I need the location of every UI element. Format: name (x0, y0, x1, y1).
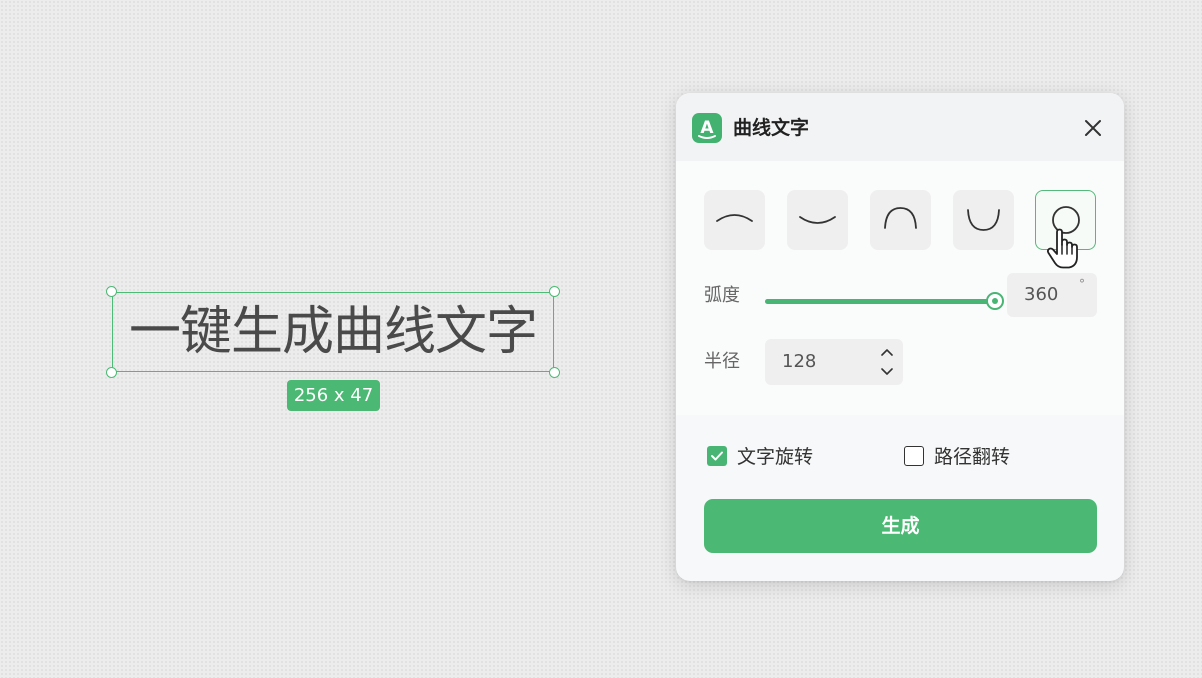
panel-header: A 曲线文字 (676, 93, 1124, 161)
arc-up-deep-icon (967, 209, 1000, 231)
flip-path-label: 路径翻转 (934, 446, 1011, 468)
canvas-text[interactable]: 一键生成曲线文字 (113, 297, 553, 367)
text-selection-box[interactable]: 一键生成曲线文字 (106, 286, 560, 378)
shape-arc-up-deep-button[interactable] (953, 190, 1014, 250)
curvature-slider-fill (765, 299, 995, 304)
size-badge: 256 x 47 (287, 380, 380, 411)
curve-text-panel: A 曲线文字 弧度 360 ° 半径 128 文字旋转 路径翻转 生成 (676, 93, 1124, 581)
curvature-value: 360 (1024, 284, 1059, 305)
resize-handle-top-right[interactable] (549, 286, 560, 297)
rotate-text-label: 文字旋转 (737, 446, 814, 468)
shape-arc-down-deep-button[interactable] (870, 190, 931, 250)
app-logo-icon: A (692, 113, 722, 143)
check-icon (711, 451, 723, 461)
chevron-up-icon[interactable] (879, 345, 895, 359)
radius-stepper[interactable]: 128 (765, 339, 903, 385)
shape-arc-down-shallow-button[interactable] (704, 190, 765, 250)
resize-handle-bottom-left[interactable] (106, 367, 117, 378)
curvature-value-field[interactable]: 360 ° (1007, 273, 1097, 317)
chevron-down-icon[interactable] (879, 365, 895, 379)
panel-settings: 弧度 360 ° 半径 128 (676, 161, 1124, 415)
radius-label: 半径 (704, 351, 740, 372)
flip-path-checkbox[interactable] (904, 446, 924, 466)
arc-down-deep-icon (884, 207, 917, 229)
arc-down-shallow-icon (716, 214, 753, 222)
curvature-slider[interactable] (765, 290, 1004, 312)
radius-value: 128 (782, 351, 817, 372)
curvature-label: 弧度 (704, 285, 740, 306)
resize-handle-top-left[interactable] (106, 286, 117, 297)
curve-shape-options (704, 190, 1098, 252)
rotate-text-checkbox[interactable] (707, 446, 727, 466)
panel-title: 曲线文字 (733, 117, 810, 139)
resize-handle-bottom-right[interactable] (549, 367, 560, 378)
degree-unit: ° (1079, 277, 1085, 291)
arc-up-shallow-icon (799, 216, 836, 224)
app-logo-letter: A (700, 118, 714, 138)
generate-button[interactable]: 生成 (704, 499, 1097, 553)
close-icon[interactable] (1082, 117, 1104, 139)
curvature-slider-thumb[interactable] (986, 292, 1004, 310)
shape-arc-up-shallow-button[interactable] (787, 190, 848, 250)
hand-pointer-icon (1046, 228, 1078, 269)
